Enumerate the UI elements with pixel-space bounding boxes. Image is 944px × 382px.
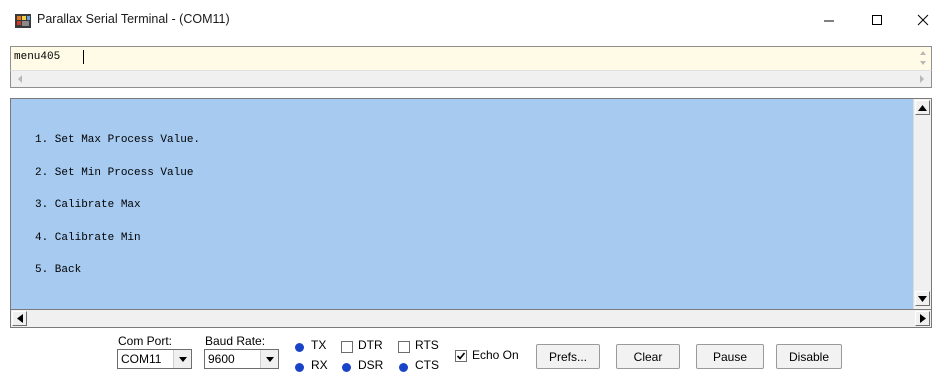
scroll-up-icon (918, 104, 927, 111)
dropdown-button[interactable] (260, 350, 278, 368)
dropdown-button[interactable] (173, 350, 191, 368)
parallax-propeller-icon (15, 14, 31, 28)
output-line: 3. Calibrate Max (35, 199, 141, 211)
dtr-checkbox[interactable] (341, 341, 353, 353)
output-line: 5. Back (35, 264, 82, 276)
com-port-label: Com Port: (118, 334, 173, 348)
output-vertical-scrollbar[interactable] (913, 99, 931, 309)
output-line: 2. Set Min Process Value (35, 166, 194, 179)
scroll-right-icon (920, 75, 924, 83)
output-text: 1. Set Max Process Value. 2. Set Min Pro… (35, 134, 200, 297)
com-port-value: COM11 (121, 352, 162, 366)
scroll-down-icon (918, 295, 927, 302)
echo-on-checkbox[interactable] (455, 350, 467, 362)
rx-label: RX (311, 358, 328, 372)
scroll-right-button[interactable] (915, 311, 930, 326)
chevron-down-icon (265, 356, 274, 362)
scroll-left-icon (18, 75, 22, 83)
clear-button[interactable]: Clear (616, 344, 680, 369)
cts-indicator-icon (399, 363, 408, 372)
rts-checkbox[interactable] (398, 341, 410, 353)
transmit-vertical-scrollbar[interactable] (915, 47, 931, 71)
baud-rate-value: 9600 (208, 352, 235, 366)
text-caret (83, 50, 84, 64)
prefs-button[interactable]: Prefs... (536, 344, 600, 369)
output-line: 4. Calibrate Min (35, 231, 141, 244)
tx-indicator-icon (295, 343, 304, 352)
maximize-icon (872, 15, 882, 25)
minimize-icon (824, 20, 834, 22)
pause-button[interactable]: Pause (696, 344, 764, 369)
dsr-indicator-icon (342, 363, 351, 372)
scroll-down-icon (920, 61, 926, 65)
title-bar: Parallax Serial Terminal - (COM11) (0, 0, 944, 40)
maximize-button[interactable] (854, 0, 900, 40)
transmit-horizontal-scrollbar[interactable] (10, 70, 932, 88)
checkmark-icon (456, 352, 466, 360)
transmit-input[interactable]: menu405 (10, 46, 932, 70)
scroll-down-button[interactable] (915, 291, 930, 306)
tx-label: TX (311, 338, 327, 352)
scroll-left-button[interactable] (12, 311, 27, 326)
output-line: 1. Set Max Process Value. (35, 134, 201, 146)
transmit-text: menu405 (14, 51, 61, 63)
dtr-label: DTR (358, 338, 383, 352)
rts-label: RTS (415, 338, 439, 352)
close-button[interactable] (900, 0, 944, 40)
baud-rate-select[interactable]: 9600 (204, 349, 279, 369)
close-icon (917, 14, 929, 26)
dsr-label: DSR (358, 358, 384, 372)
com-port-select[interactable]: COM11 (117, 349, 192, 369)
cts-label: CTS (415, 358, 439, 372)
baud-rate-label: Baud Rate: (205, 334, 266, 348)
echo-on-label: Echo On (472, 348, 519, 362)
disable-button[interactable]: Disable (776, 344, 842, 369)
window-title: Parallax Serial Terminal - (COM11) (37, 12, 230, 26)
receive-output[interactable]: 1. Set Max Process Value. 2. Set Min Pro… (10, 98, 932, 310)
chevron-down-icon (178, 356, 187, 362)
scroll-up-button[interactable] (915, 100, 930, 115)
minimize-button[interactable] (806, 0, 852, 40)
output-horizontal-scrollbar[interactable] (10, 310, 932, 328)
scroll-left-icon (16, 314, 23, 323)
rx-indicator-icon (295, 363, 304, 372)
scroll-right-icon (919, 314, 926, 323)
